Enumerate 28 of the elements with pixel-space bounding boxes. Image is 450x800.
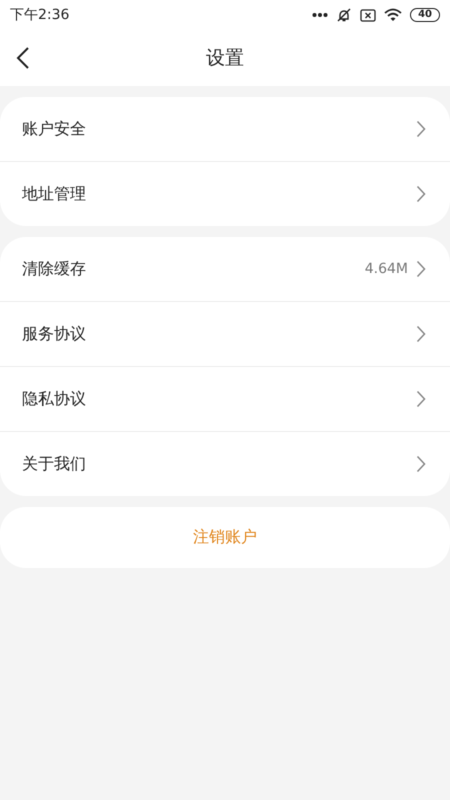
settings-item[interactable]: 账户安全 xyxy=(0,97,450,161)
chevron-icon xyxy=(416,260,426,278)
settings-item[interactable]: 隐私协议 xyxy=(0,366,450,431)
settings-item[interactable]: 关于我们 xyxy=(0,431,450,496)
wifi-icon xyxy=(384,8,402,22)
more-icon xyxy=(312,12,328,18)
cache-size: 4.64M xyxy=(364,261,408,277)
back-icon xyxy=(16,46,30,70)
chevron-icon xyxy=(416,325,426,343)
chevron-icon xyxy=(416,185,426,203)
chevron-icon xyxy=(416,120,426,138)
page-title: 设置 xyxy=(206,46,244,71)
settings-item[interactable]: 地址管理 xyxy=(0,161,450,226)
item-label: 地址管理 xyxy=(22,184,86,204)
chevron-icon xyxy=(416,390,426,408)
item-label: 隐私协议 xyxy=(22,388,86,410)
settings-item[interactable]: 服务协议 xyxy=(0,301,450,366)
chevron-icon xyxy=(416,455,426,473)
sim-icon xyxy=(360,8,376,22)
status-time: 下午2:36 xyxy=(10,6,70,24)
item-label: 账户安全 xyxy=(22,118,86,140)
item-label: 关于我们 xyxy=(22,454,86,474)
item-label: 服务协议 xyxy=(22,324,86,344)
settings-item[interactable]: 清除缓存 4.64M xyxy=(0,237,450,301)
muted-bell-icon xyxy=(336,7,352,23)
battery-icon: 40 xyxy=(410,8,440,22)
back-button[interactable] xyxy=(16,46,30,70)
item-label: 清除缓存 xyxy=(22,258,86,280)
